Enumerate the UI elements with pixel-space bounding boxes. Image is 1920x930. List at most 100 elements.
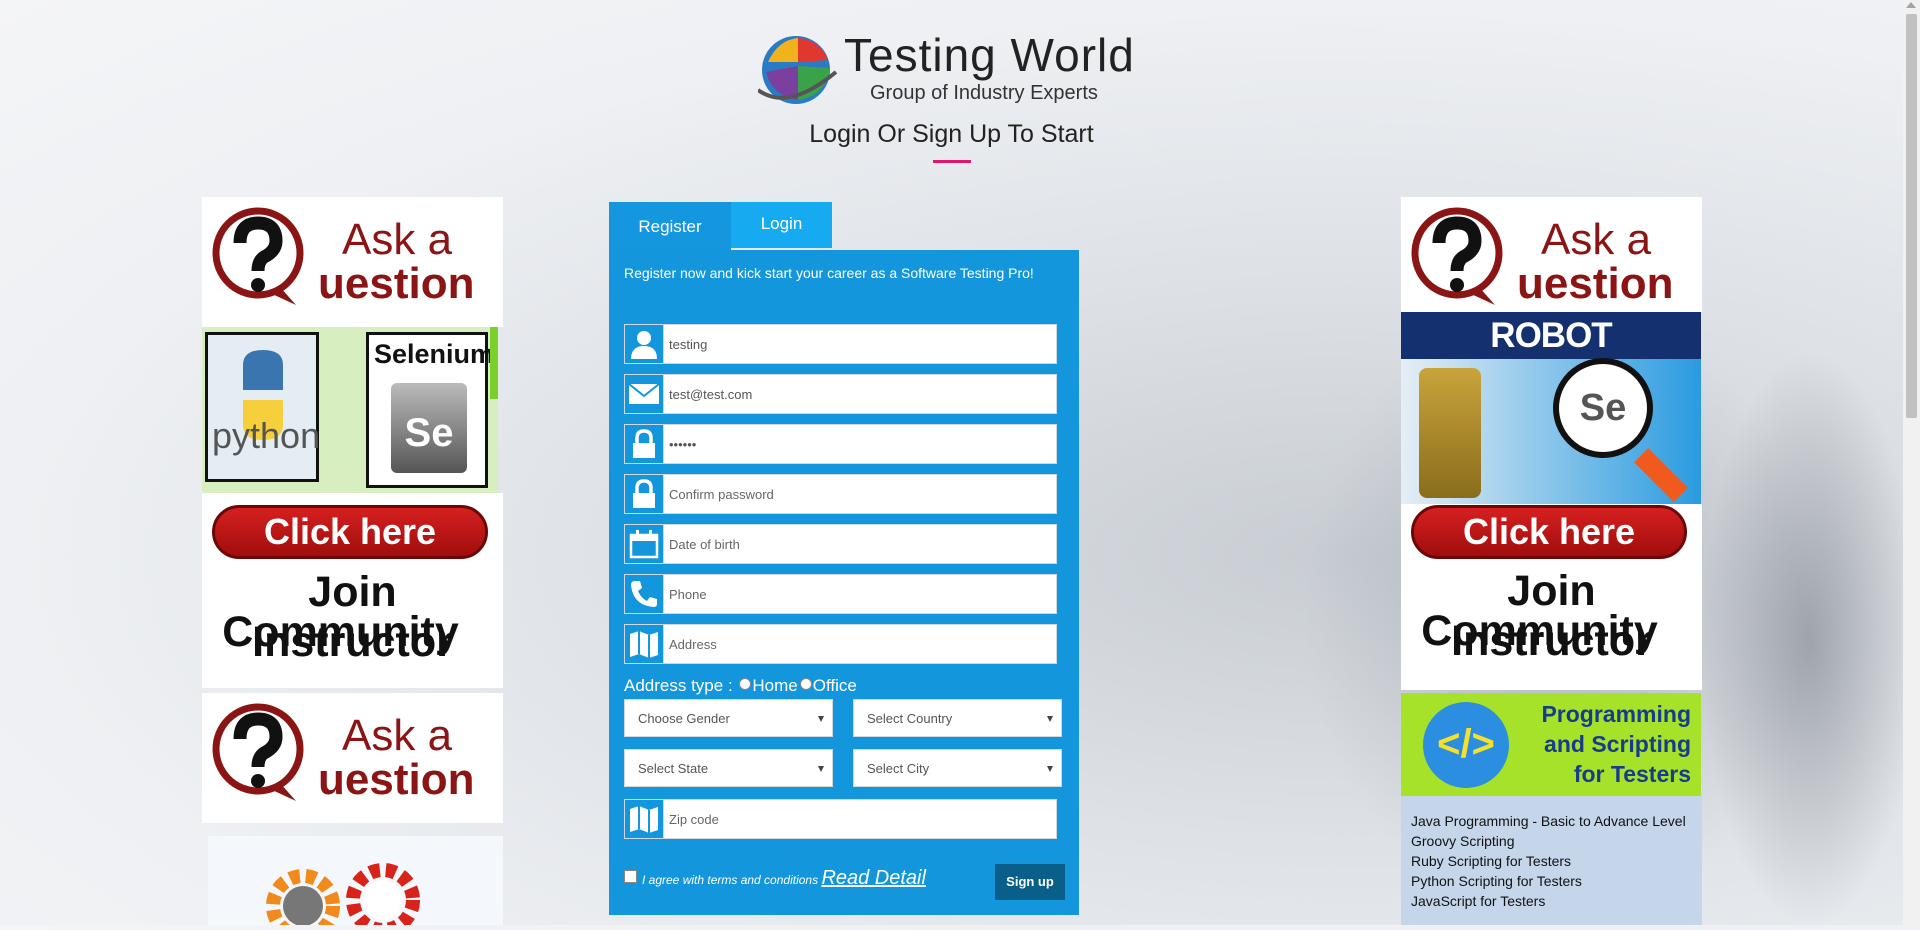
question-mark-icon [212,207,304,305]
instructor-banner[interactable]: Click here Join Instructor Community [1401,504,1702,690]
selenium-label: Selenium [374,339,495,369]
dob-input[interactable] [669,525,1049,563]
phone-icon [625,575,664,613]
home-radio[interactable] [739,678,752,690]
chevron-down-icon [818,766,824,772]
signup-button[interactable]: Sign up [995,864,1065,900]
tab-register[interactable]: Register [609,202,731,250]
globe-puzzle-icon [758,36,838,104]
state-select[interactable]: Select State [624,749,833,787]
ask-text: Ask a [342,215,453,264]
terms-checkbox[interactable] [624,870,637,883]
selenium-logo: Selenium Se [366,332,494,488]
site-logo[interactable]: Testing World Group of Industry Experts [758,26,1158,110]
python-logo: python [205,332,321,482]
instructor-banner[interactable]: Click here Join Instructor Community [202,493,503,688]
selenium-java-banner[interactable] [208,836,503,925]
course-link[interactable]: Groovy Scripting [1411,831,1692,851]
country-select[interactable]: Select Country [853,699,1062,737]
user-icon [625,325,664,363]
map-icon [625,625,664,663]
envelope-icon [625,375,664,413]
email-input[interactable] [669,375,1049,413]
scrollbar[interactable] [1903,0,1920,925]
question-mark-icon [212,703,304,801]
course-link[interactable]: Python Scripting for Testers [1411,871,1692,891]
brand-name: Testing World [844,29,1135,81]
address-input[interactable] [669,625,1049,663]
ask-text: Ask a [342,711,453,760]
confirm-password-field [624,474,1057,514]
username-field [624,324,1057,364]
course-link[interactable]: Java Programming - Basic to Advance Leve… [1411,811,1692,831]
python-label: python [212,415,321,456]
username-input[interactable] [669,325,1049,363]
dob-field [624,524,1057,564]
question-text: uestion [1517,259,1674,308]
password-input[interactable] [669,425,1049,463]
programming-banner[interactable]: </> Programming and Scripting for Tester… [1401,693,1701,796]
programming-line2: and Scripting [1544,731,1691,757]
course-list: Java Programming - Basic to Advance Leve… [1401,796,1702,925]
background-shape [1700,350,1920,930]
read-detail-link[interactable]: Read Detail [821,867,926,889]
gear-icon [346,863,420,925]
community-text: Community [1421,607,1658,655]
brand-tagline: Group of Industry Experts [870,82,1098,104]
calendar-icon [625,525,664,563]
chevron-down-icon [1047,766,1053,772]
confirm-password-input[interactable] [669,475,1049,513]
lock-icon [625,475,664,513]
question-mark-icon [1411,207,1503,305]
python-selenium-banner[interactable]: python Selenium Se [202,327,498,493]
se-icon: Se [391,383,467,473]
ask-question-banner[interactable]: Ask a uestion [1401,197,1702,312]
lock-icon [625,425,664,463]
page-title: Login Or Sign Up To Start [809,120,1094,148]
address-type: Address type : Home Office [624,676,857,696]
robot-framework-title: ROBOT FRAMEWORK [1401,312,1701,402]
question-text: uestion [318,259,475,308]
address-type-label: Address type : [624,676,733,695]
gender-select[interactable]: Choose Gender [624,699,833,737]
programming-line1: Programming [1541,701,1691,727]
terms-label: I agree with terms and conditions [642,873,819,887]
phone-field [624,574,1057,614]
chevron-down-icon [818,716,824,722]
registration-form: Register now and kick start your career … [609,250,1079,915]
tab-login[interactable]: Login [731,202,832,248]
password-field [624,424,1057,464]
zip-input[interactable] [669,800,1049,838]
office-radio-label: Office [812,676,857,695]
se-magnifier-icon: Se [1553,358,1653,458]
city-select[interactable]: Select City [853,749,1062,787]
robot-figure [1419,368,1481,498]
click-here-button[interactable]: Click here [1411,505,1687,559]
terms-row: I agree with terms and conditions Read D… [624,867,926,890]
ask-question-banner[interactable]: Ask a uestion [202,693,503,823]
chevron-down-icon [1047,716,1053,722]
office-radio[interactable] [799,678,812,690]
country-select-value: Select Country [867,711,953,726]
gender-select-value: Choose Gender [638,711,730,726]
scroll-thumb[interactable] [1906,14,1917,418]
scroll-up-arrow-icon[interactable] [1906,2,1916,8]
state-select-value: Select State [638,761,709,776]
zip-field [624,799,1057,839]
home-radio-label: Home [752,676,798,695]
course-link[interactable]: Ruby Scripting for Testers [1411,851,1692,871]
phone-input[interactable] [669,575,1049,613]
banner-accent [490,327,498,399]
click-here-button[interactable]: Click here [212,505,488,559]
robot-framework-banner[interactable]: ROBOT FRAMEWORK Se [1401,312,1701,504]
code-icon: </> [1423,702,1509,788]
question-text: uestion [318,755,475,804]
city-select-value: Select City [867,761,930,776]
email-field [624,374,1057,414]
address-field [624,624,1057,664]
programming-line3: for Testers [1573,761,1691,787]
community-text: Community [222,608,459,656]
gear-icon [266,869,340,925]
course-link[interactable]: JavaScript for Testers [1411,891,1692,911]
ask-question-banner[interactable]: Ask a uestion [202,197,503,327]
